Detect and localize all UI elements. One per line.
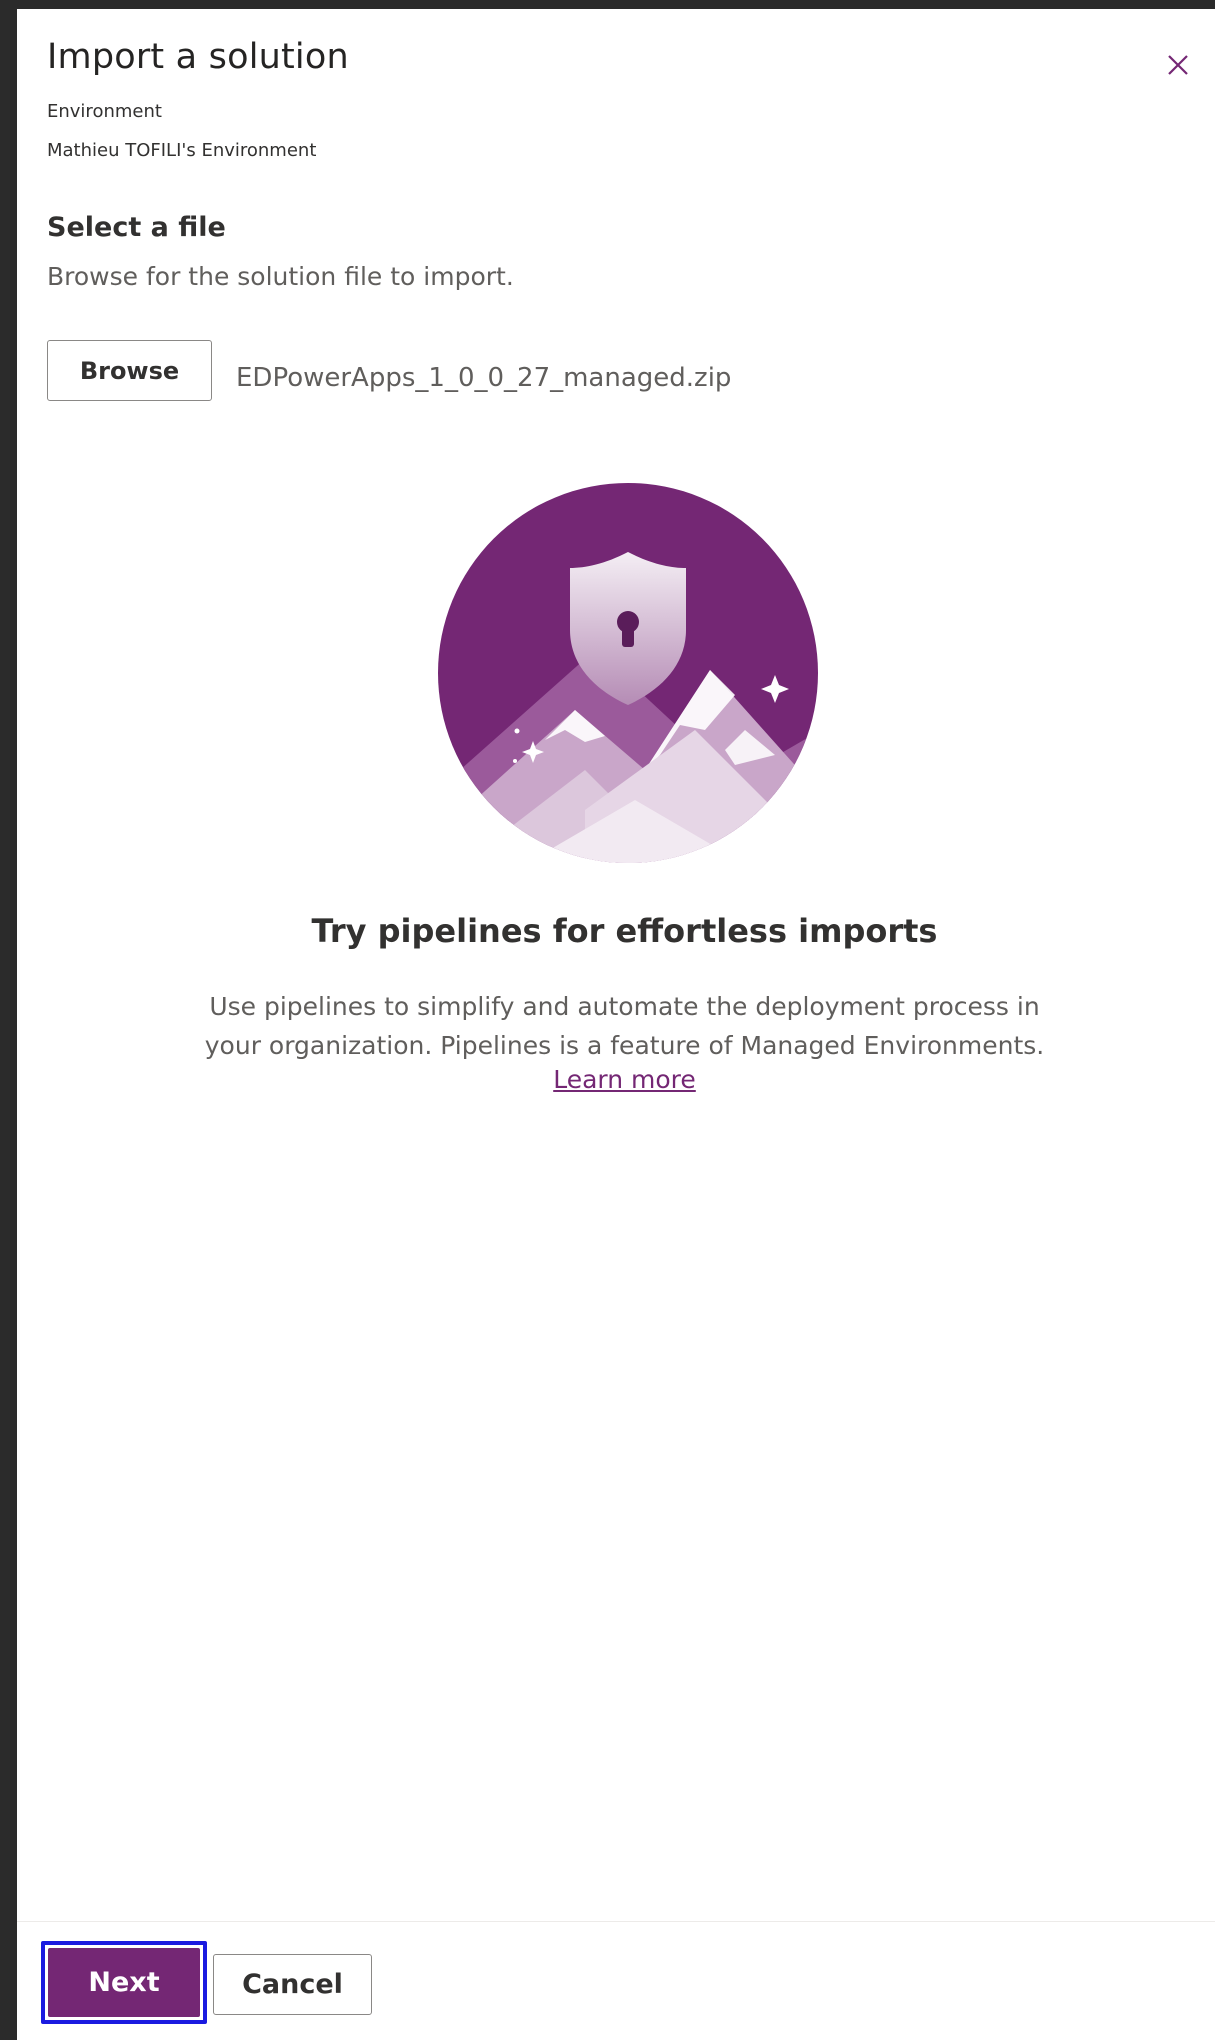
promo-description: Use pipelines to simplify and automate t… <box>17 987 1215 1065</box>
promo-description-line-2: your organization. Pipelines is a featur… <box>204 1031 1045 1060</box>
browse-button[interactable]: Browse <box>47 340 212 401</box>
promo-title: Try pipelines for effortless imports <box>311 912 938 950</box>
learn-more-link[interactable]: Learn more <box>17 1065 1215 1094</box>
close-button[interactable] <box>1160 47 1196 83</box>
shield-mountain-illustration <box>435 480 821 870</box>
footer-divider <box>17 1921 1215 1922</box>
select-file-description: Browse for the solution file to import. <box>47 262 514 291</box>
promo-description-line-1: Use pipelines to simplify and automate t… <box>209 992 1040 1021</box>
dialog-title: Import a solution <box>47 37 349 77</box>
cancel-button[interactable]: Cancel <box>213 1954 372 2015</box>
close-icon <box>1168 55 1188 75</box>
import-solution-panel: Import a solution Environment Mathieu TO… <box>17 9 1215 2040</box>
next-button[interactable]: Next <box>48 1948 200 2017</box>
environment-label: Environment <box>47 101 162 122</box>
select-file-heading: Select a file <box>47 212 226 243</box>
selected-file-name: EDPowerApps_1_0_0_27_managed.zip <box>236 363 732 393</box>
environment-value: Mathieu TOFILI's Environment <box>47 140 317 161</box>
